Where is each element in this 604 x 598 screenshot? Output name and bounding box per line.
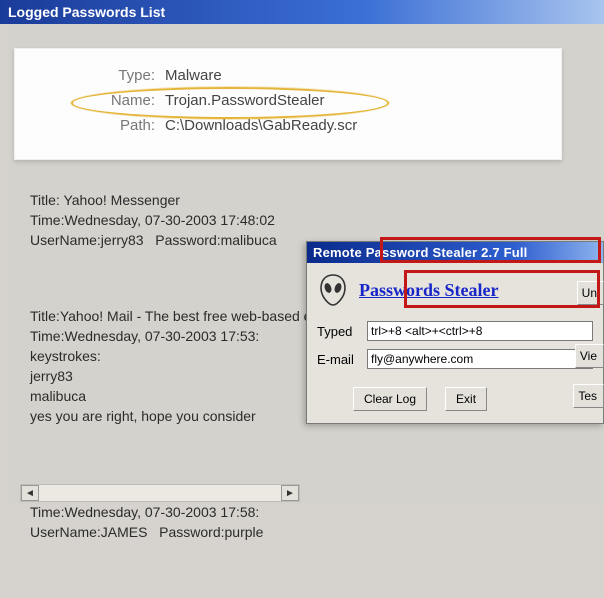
email-input[interactable]: [367, 349, 593, 369]
clear-log-button[interactable]: Clear Log: [353, 387, 427, 411]
email-label: E-mail: [317, 352, 361, 367]
window-titlebar: Logged Passwords List: [0, 0, 604, 24]
window-title: Logged Passwords List: [8, 4, 165, 20]
scrollbar-horizontal[interactable]: ◄ ►: [20, 484, 300, 502]
info-card: Type: Malware Name: Trojan.PasswordSteal…: [14, 48, 562, 160]
info-label: Type:: [85, 67, 165, 84]
info-label: Path:: [85, 117, 165, 134]
child-window-titlebar: Remote Password Stealer 2.7 Full: [307, 242, 603, 263]
view-button[interactable]: Vie: [575, 344, 604, 368]
typed-label: Typed: [317, 324, 361, 339]
child-window-title: Remote Password Stealer 2.7 Full: [313, 245, 527, 260]
info-value: C:\Downloads\GabReady.scr: [165, 117, 357, 134]
typed-input[interactable]: [367, 321, 593, 341]
passwords-stealer-link[interactable]: Passwords Stealer: [359, 280, 498, 301]
info-row-name: Name: Trojan.PasswordStealer: [85, 88, 561, 113]
alien-icon: [317, 273, 349, 307]
info-value: Trojan.PasswordStealer: [165, 92, 325, 109]
scroll-right-arrow[interactable]: ►: [281, 485, 299, 501]
child-window: Remote Password Stealer 2.7 Full Passwor…: [306, 241, 604, 424]
scroll-left-arrow[interactable]: ◄: [21, 485, 39, 501]
exit-button[interactable]: Exit: [445, 387, 487, 411]
info-row-path: Path: C:\Downloads\GabReady.scr: [85, 113, 561, 138]
unregister-button[interactable]: Un: [577, 281, 604, 305]
test-button[interactable]: Tes: [573, 384, 604, 408]
info-label: Name:: [85, 92, 165, 109]
info-row-type: Type: Malware: [85, 63, 561, 88]
info-value: Malware: [165, 67, 222, 84]
